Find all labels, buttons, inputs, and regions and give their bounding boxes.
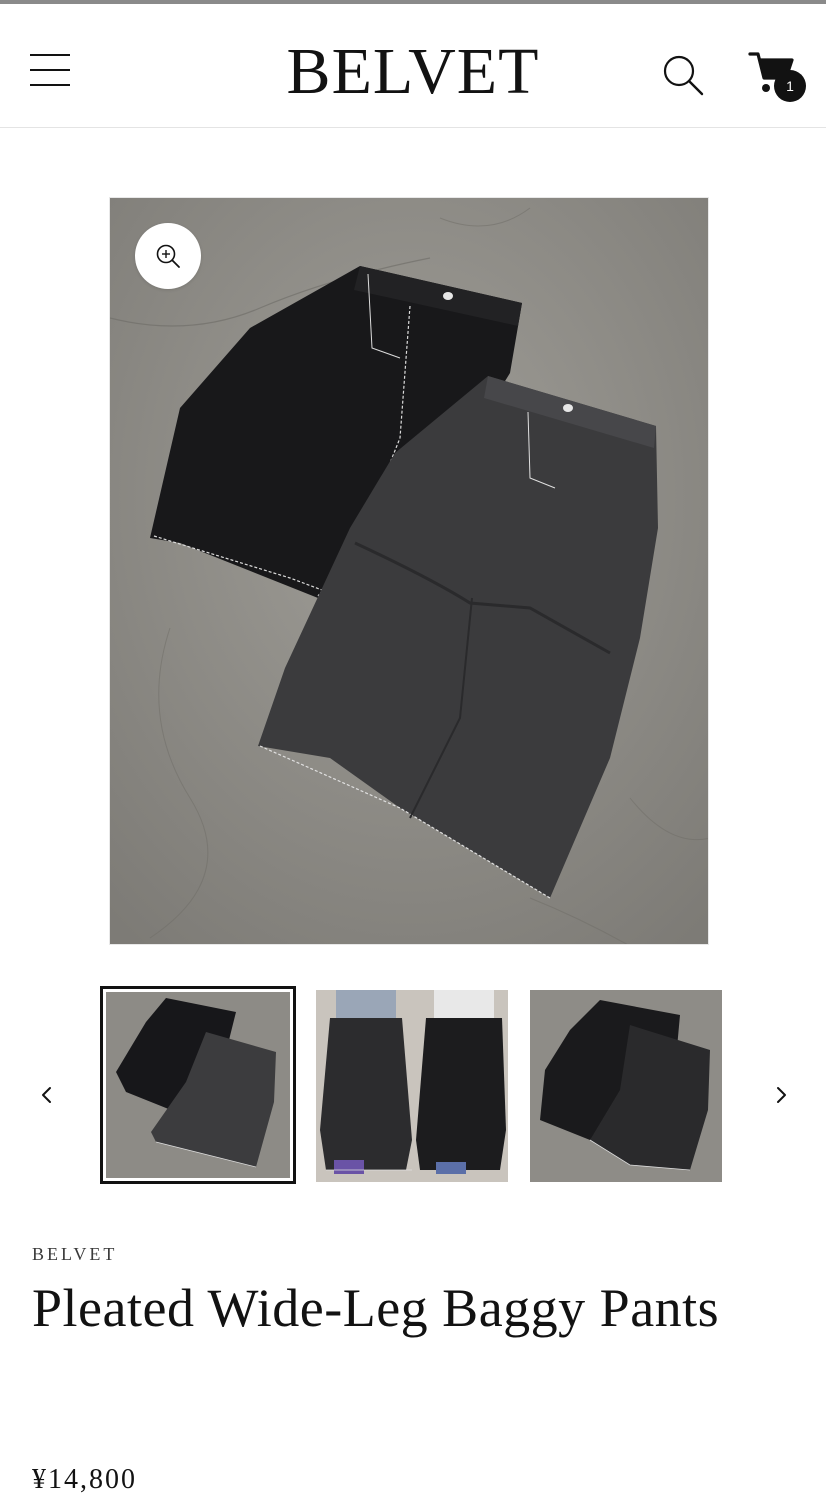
product-title: Pleated Wide-Leg Baggy Pants [32,1278,720,1338]
cart-button[interactable]: 1 [746,46,812,106]
chevron-right-icon[interactable] [766,1080,796,1110]
thumbnail-slider [0,986,826,1186]
product-vendor: BELVET [32,1244,118,1264]
thumbnail-1[interactable] [100,986,296,1184]
product-main-image[interactable] [109,197,709,945]
zoom-in-icon [156,244,180,268]
zoom-button[interactable] [135,223,201,289]
site-header: BELVET 1 [0,4,826,128]
chevron-left-icon[interactable] [32,1080,62,1110]
cart-count-badge: 1 [774,70,806,102]
search-icon[interactable] [660,52,706,98]
thumbnail-3[interactable] [530,990,722,1182]
product-price: ¥14,800 [32,1464,137,1495]
thumbnail-2[interactable] [316,990,508,1182]
